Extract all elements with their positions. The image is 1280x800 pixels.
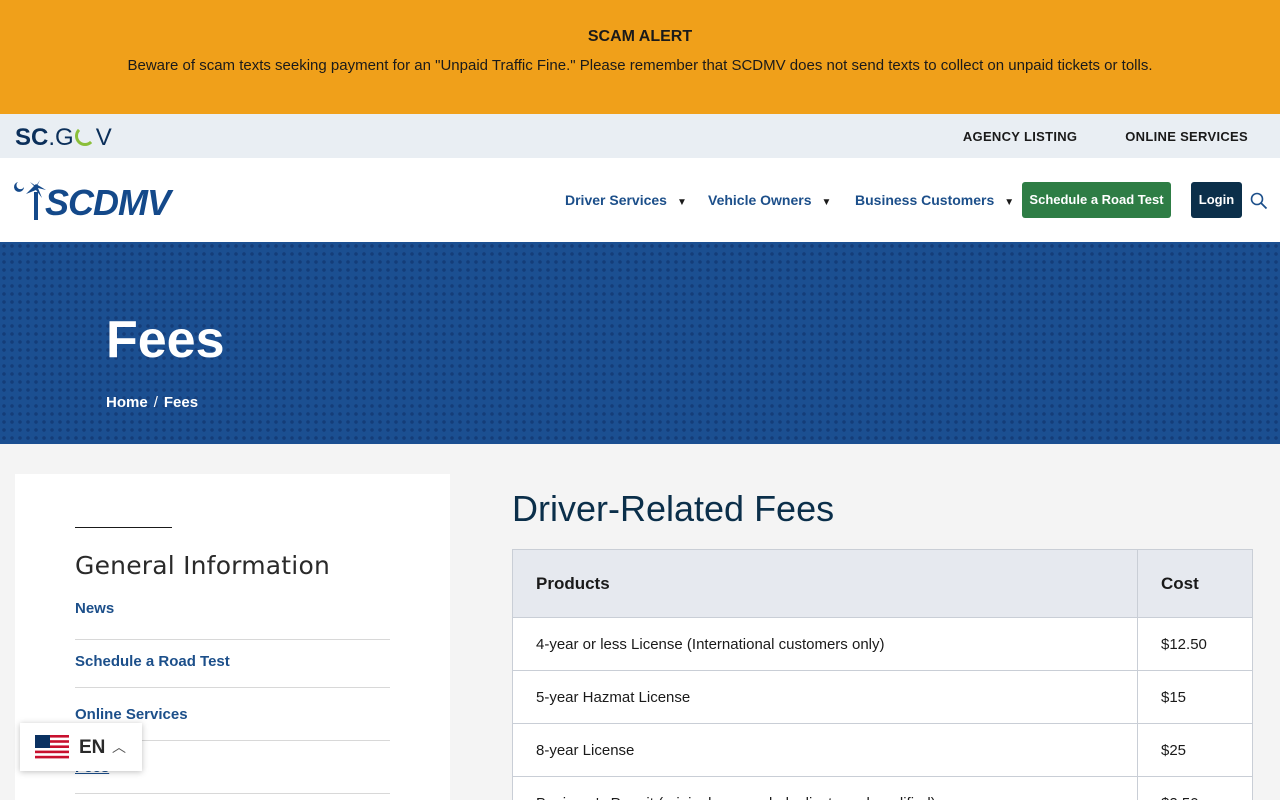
breadcrumb-home[interactable]: Home xyxy=(106,394,148,411)
menu-business-customers[interactable]: Business Customers ▼ xyxy=(855,192,1014,208)
menu-label: Business Customers xyxy=(855,192,995,208)
breadcrumb-separator: / xyxy=(153,394,158,411)
sidebar-item-label: News xyxy=(75,600,115,617)
section-heading: Driver-Related Fees xyxy=(512,488,835,529)
page-title: Fees xyxy=(106,311,225,369)
product-cell: 8-year License xyxy=(512,723,1138,777)
menu-driver-services[interactable]: Driver Services ▼ xyxy=(565,192,687,208)
sidebar-divider xyxy=(75,527,172,528)
main-navigation: SCDMV Driver Services ▼ Vehicle Owners ▼ B… xyxy=(0,158,1280,242)
menu-label: Vehicle Owners xyxy=(708,192,812,208)
login-button[interactable]: Login xyxy=(1191,182,1242,218)
menu-vehicle-owners[interactable]: Vehicle Owners ▼ xyxy=(708,192,831,208)
moon-icon xyxy=(74,126,95,146)
table-header-row: Products Cost xyxy=(512,549,1253,618)
caret-down-icon: ▼ xyxy=(821,197,832,208)
breadcrumb-current: Fees xyxy=(163,394,199,411)
scdmv-logo[interactable]: SCDMV xyxy=(12,178,171,223)
product-cell: 4-year or less License (International cu… xyxy=(512,617,1138,671)
online-services-link[interactable]: ONLINE SERVICES xyxy=(1125,129,1248,144)
us-flag-icon xyxy=(35,735,69,759)
product-cell: Beginner's Permit (original, renewal, du… xyxy=(512,776,1138,800)
sidebar-heading: General Information xyxy=(75,551,330,580)
chevron-up-icon: ︿ xyxy=(112,739,126,755)
alert-message: Beware of scam texts seeking payment for… xyxy=(127,57,1153,74)
language-code: EN xyxy=(79,737,106,758)
palmetto-icon xyxy=(14,180,46,220)
page-hero: Fees Home / Fees xyxy=(0,242,1280,444)
sidebar-item-label: Schedule a Road Test xyxy=(75,653,230,670)
caret-down-icon: ▼ xyxy=(1004,197,1015,208)
breadcrumb: Home / Fees xyxy=(106,394,198,411)
agency-listing-link[interactable]: AGENCY LISTING xyxy=(963,129,1077,144)
cost-cell: $12.50 xyxy=(1137,617,1253,671)
column-header-cost: Cost xyxy=(1137,549,1253,618)
logo-dot-text: .G xyxy=(48,124,74,151)
table-row: 8-year License $25 xyxy=(512,723,1253,777)
alert-title: SCAM ALERT xyxy=(587,28,693,45)
language-selector[interactable]: EN ︿ xyxy=(20,723,142,771)
brand-text: SCDMV xyxy=(45,182,171,223)
scam-alert-banner: SCAM ALERT Beware of scam texts seeking … xyxy=(0,0,1280,114)
cost-cell: $25 xyxy=(1137,723,1253,777)
menu-label: Driver Services xyxy=(565,192,667,208)
logo-sc-text: SC xyxy=(15,124,49,151)
cost-cell: $2.50 xyxy=(1137,776,1253,800)
sidebar-item-schedule-road-test[interactable]: Schedule a Road Test xyxy=(75,635,390,688)
logo-tail-text: V xyxy=(95,124,112,151)
column-header-products: Products xyxy=(512,549,1138,618)
table-row: 5-year Hazmat License $15 xyxy=(512,670,1253,724)
caret-down-icon: ▼ xyxy=(676,197,687,208)
table-row: 4-year or less License (International cu… xyxy=(512,617,1253,671)
search-icon[interactable] xyxy=(1250,192,1268,210)
sidebar-item-news[interactable]: News xyxy=(75,587,390,640)
sidebar-item-label: Online Services xyxy=(75,706,188,723)
schedule-road-test-button[interactable]: Schedule a Road Test xyxy=(1022,182,1171,218)
product-cell: 5-year Hazmat License xyxy=(512,670,1138,724)
sc-gov-bar: SC.G V AGENCY LISTING ONLINE SERVICES xyxy=(0,114,1280,158)
sc-gov-logo[interactable]: SC.G V xyxy=(15,124,112,152)
fees-table: Products Cost 4-year or less License (In… xyxy=(512,549,1253,800)
table-row: Beginner's Permit (original, renewal, du… xyxy=(512,776,1253,800)
cost-cell: $15 xyxy=(1137,670,1253,724)
